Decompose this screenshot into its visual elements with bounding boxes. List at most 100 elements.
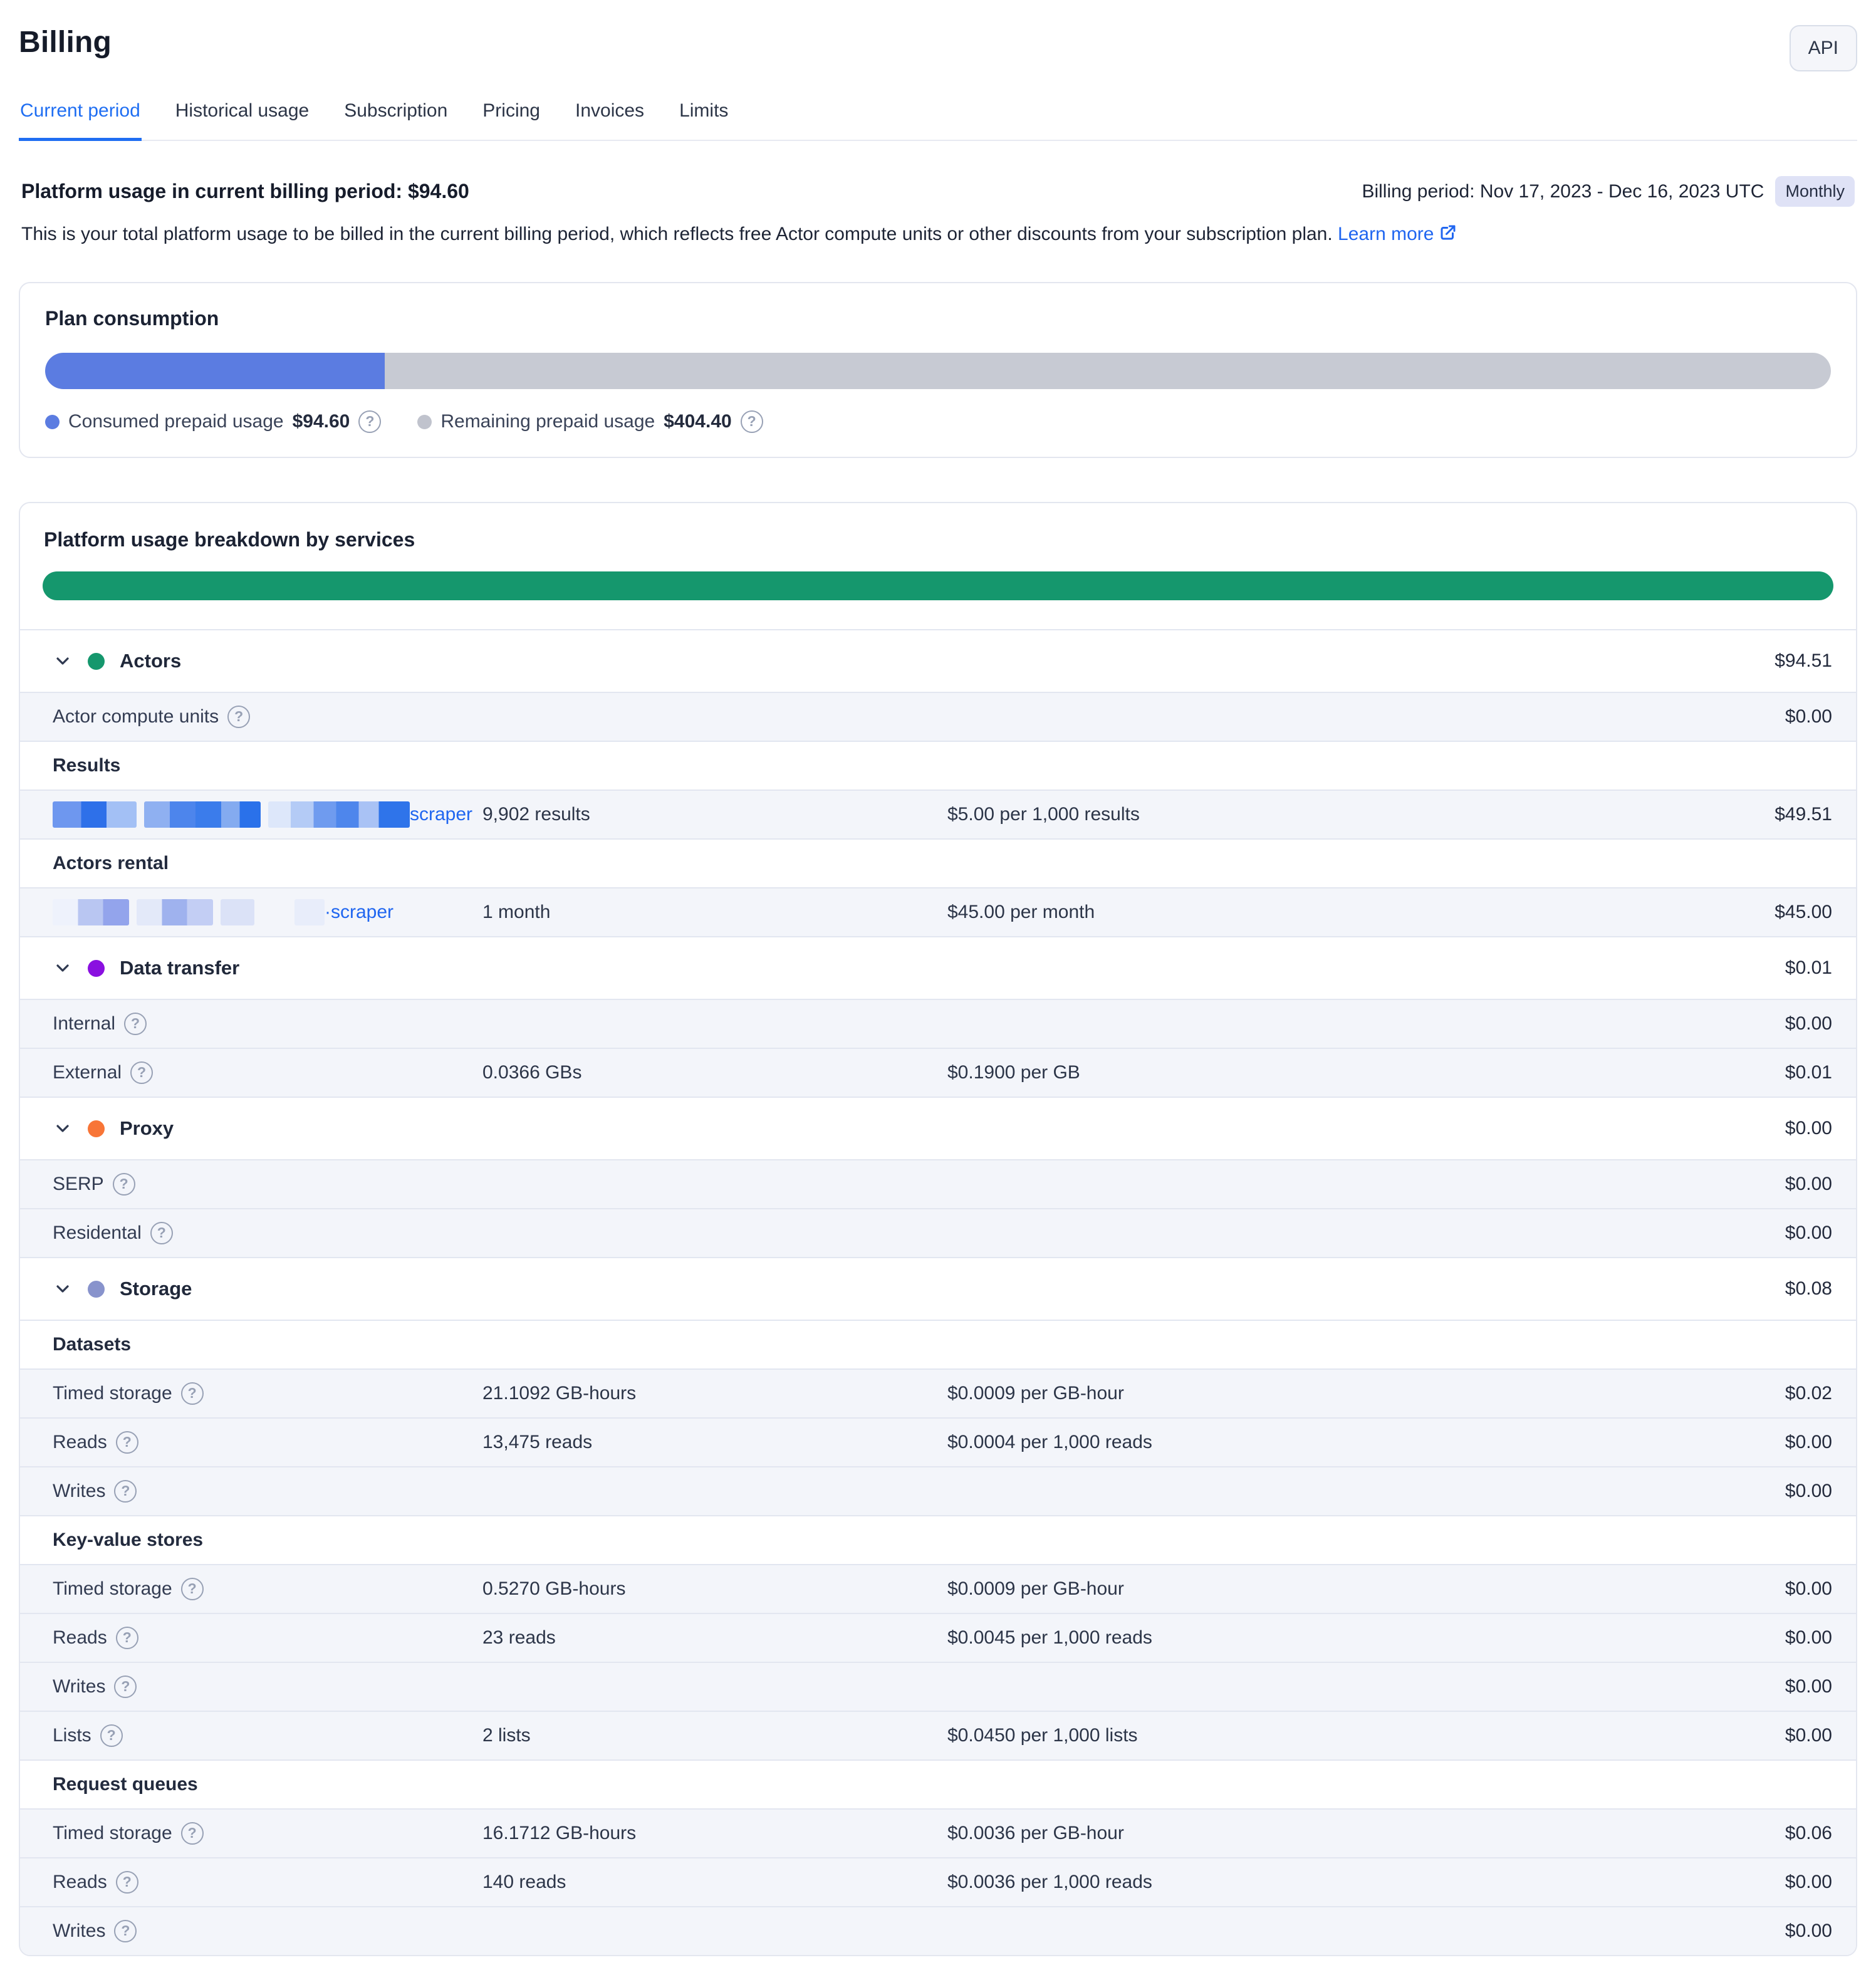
row-unit-price: $0.1900 per GB (947, 1062, 1785, 1083)
page-title: Billing (19, 25, 112, 60)
table-row: Lists? 2 lists $0.0450 per 1,000 lists $… (20, 1711, 1856, 1759)
chevron-down-icon (53, 651, 73, 671)
row-amount: $0.00 (1785, 1013, 1832, 1034)
help-icon[interactable]: ? (150, 1222, 173, 1244)
row-label: Writes (53, 1920, 105, 1942)
row-label: SERP (53, 1174, 104, 1195)
row-unit-price: $45.00 per month (947, 902, 1774, 923)
help-icon[interactable]: ? (227, 706, 250, 728)
help-icon[interactable]: ? (181, 1382, 204, 1405)
row-label-cell: External? (53, 1061, 482, 1084)
row-unit-price: $0.0450 per 1,000 lists (947, 1725, 1785, 1746)
help-icon[interactable]: ? (116, 1871, 138, 1894)
table-row: Internal? $0.00 (20, 999, 1856, 1048)
tab-limits[interactable]: Limits (678, 100, 729, 141)
row-label: Reads (53, 1627, 107, 1649)
plan-consumed-fill (45, 353, 385, 389)
learn-more-link[interactable]: Learn more (1338, 224, 1457, 244)
table-row: SERP? $0.00 (20, 1159, 1856, 1208)
section-amount: $0.00 (1785, 1118, 1832, 1139)
actor-link[interactable]: ·scraper (53, 899, 393, 925)
consumed-label: Consumed prepaid usage (68, 411, 284, 432)
help-icon[interactable]: ? (114, 1480, 137, 1503)
remaining-help-icon[interactable]: ? (741, 410, 763, 433)
help-icon[interactable]: ? (114, 1675, 137, 1698)
help-icon[interactable]: ? (116, 1431, 138, 1454)
plan-consumption-legend: Consumed prepaid usage $94.60 ? Remainin… (45, 410, 1831, 433)
table-row: Timed storage? 16.1712 GB-hours $0.0036 … (20, 1808, 1856, 1857)
breakdown-title: Platform usage breakdown by services (44, 528, 1832, 551)
redacted-text-block (53, 801, 137, 828)
chevron-down-icon (53, 1279, 73, 1299)
row-label: Residental (53, 1222, 142, 1244)
row-label-cell: SERP? (53, 1173, 482, 1196)
tab-invoices[interactable]: Invoices (574, 100, 645, 141)
help-icon[interactable]: ? (113, 1173, 135, 1196)
redacted-text-block (294, 899, 325, 925)
subsection-row: Actors rental (20, 838, 1856, 887)
row-label-cell: Timed storage? (53, 1578, 482, 1600)
row-label-cell: Reads? (53, 1871, 482, 1894)
tab-historical-usage[interactable]: Historical usage (174, 100, 310, 141)
subsection-label: Results (53, 755, 120, 776)
plan-consumption-title: Plan consumption (45, 307, 1831, 330)
help-icon[interactable]: ? (114, 1920, 137, 1942)
tab-current-period[interactable]: Current period (19, 100, 142, 141)
help-icon[interactable]: ? (181, 1578, 204, 1600)
row-amount: $0.00 (1785, 1432, 1832, 1453)
row-label: Timed storage (53, 1823, 172, 1844)
tab-pricing[interactable]: Pricing (481, 100, 541, 141)
section-row[interactable]: Storage $0.08 (20, 1257, 1856, 1320)
row-quantity: 21.1092 GB-hours (482, 1383, 947, 1404)
help-icon[interactable]: ? (181, 1822, 204, 1845)
breakdown-services-bar (43, 571, 1833, 600)
consumed-dot (45, 415, 60, 429)
category-dot (88, 653, 105, 670)
row-amount: $45.00 (1774, 902, 1832, 923)
row-amount: $0.00 (1785, 1481, 1832, 1502)
help-icon[interactable]: ? (130, 1061, 153, 1084)
actor-link[interactable]: scraper (53, 801, 472, 828)
section-amount: $94.51 (1774, 650, 1832, 672)
row-unit-price: $5.00 per 1,000 results (947, 804, 1774, 825)
api-button[interactable]: API (1790, 25, 1857, 71)
help-icon[interactable]: ? (100, 1724, 123, 1747)
tab-subscription[interactable]: Subscription (343, 100, 449, 141)
row-quantity: 0.5270 GB-hours (482, 1578, 947, 1600)
row-label: External (53, 1062, 122, 1083)
table-row: Writes? $0.00 (20, 1466, 1856, 1515)
subsection-label: Actors rental (53, 853, 169, 874)
redacted-text-block (221, 899, 254, 925)
row-label-cell: Writes? (53, 1480, 482, 1503)
subsection-row: Results (20, 741, 1856, 789)
row-quantity: 16.1712 GB-hours (482, 1823, 947, 1844)
row-label-cell: scraper (53, 801, 482, 828)
section-row[interactable]: Actors $94.51 (20, 629, 1856, 692)
redacted-text-block (144, 801, 261, 828)
row-amount: $0.00 (1785, 1627, 1832, 1649)
consumed-help-icon[interactable]: ? (358, 410, 381, 433)
row-amount: $0.00 (1785, 1578, 1832, 1600)
actor-link-text: scraper (410, 804, 472, 825)
table-row: ·scraper 1 month $45.00 per month $45.00 (20, 887, 1856, 936)
breakdown-card: Platform usage breakdown by services Act… (19, 502, 1857, 1956)
section-amount: $0.08 (1785, 1278, 1832, 1300)
help-icon[interactable]: ? (124, 1013, 147, 1035)
plan-consumption-bar (45, 353, 1831, 389)
plan-consumption-card: Plan consumption Consumed prepaid usage … (19, 282, 1857, 458)
row-quantity: 0.0366 GBs (482, 1062, 947, 1083)
help-icon[interactable]: ? (116, 1627, 138, 1649)
row-amount: $0.00 (1785, 1174, 1832, 1195)
row-unit-price: $0.0009 per GB-hour (947, 1578, 1785, 1600)
section-label: Storage (120, 1278, 192, 1300)
chevron-down-icon (53, 1118, 73, 1139)
row-label-cell: Timed storage? (53, 1822, 482, 1845)
table-row: Reads? 13,475 reads $0.0004 per 1,000 re… (20, 1417, 1856, 1466)
section-row[interactable]: Proxy $0.00 (20, 1097, 1856, 1159)
row-quantity: 2 lists (482, 1725, 947, 1746)
row-label-cell: Reads? (53, 1431, 482, 1454)
remaining-value: $404.40 (664, 411, 731, 432)
section-row[interactable]: Data transfer $0.01 (20, 936, 1856, 999)
remaining-legend-item: Remaining prepaid usage $404.40 ? (417, 410, 763, 433)
row-label-cell: ·scraper (53, 899, 482, 925)
